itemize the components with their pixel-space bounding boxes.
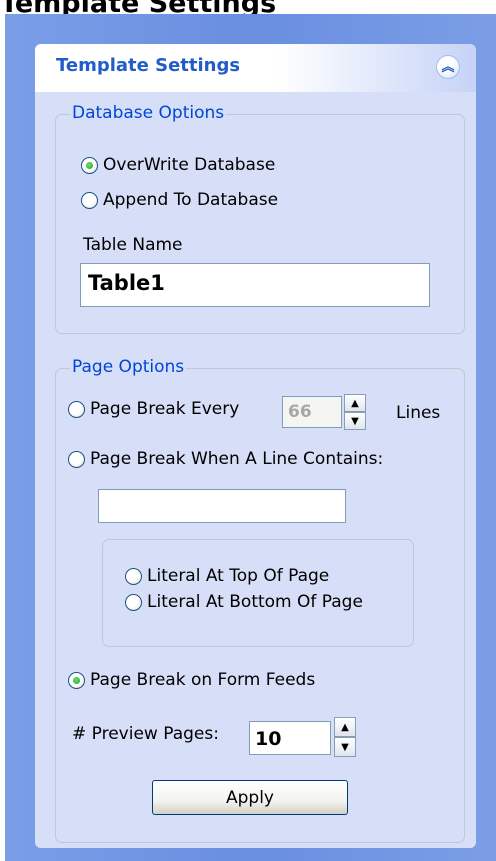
double-chevron-up-icon: ︽	[441, 59, 455, 75]
literal-bottom-radio[interactable]: Literal At Bottom Of Page	[125, 592, 363, 612]
page-break-every-radio[interactable]: Page Break Every	[68, 399, 239, 419]
radio-unselected-icon	[125, 567, 142, 585]
lines-spin-up-button[interactable]: ▲	[344, 394, 366, 412]
literal-bottom-label: Literal At Bottom Of Page	[147, 592, 363, 612]
literal-top-label: Literal At Top Of Page	[147, 566, 330, 586]
panel-title: Template Settings	[56, 55, 241, 76]
arrow-up-icon: ▲	[351, 397, 359, 409]
literal-position-group: Literal At Top Of Page Literal At Bottom…	[102, 539, 414, 647]
collapse-button[interactable]: ︽	[436, 55, 460, 79]
overwrite-database-radio[interactable]: OverWrite Database	[81, 155, 275, 175]
append-database-label: Append To Database	[103, 190, 279, 210]
preview-spin-down-button[interactable]: ▼	[334, 737, 356, 757]
template-settings-panel: Template Settings ︽ Database Options Ove…	[35, 44, 476, 848]
arrow-up-icon: ▲	[341, 721, 349, 733]
page-break-every-label: Page Break Every	[90, 399, 240, 419]
lines-spin-down-button[interactable]: ▼	[344, 412, 366, 430]
radio-selected-icon	[81, 156, 98, 174]
radio-selected-icon	[68, 671, 85, 689]
page-options-legend: Page Options	[70, 357, 187, 377]
panel-body: Database Options OverWrite Database Appe…	[35, 92, 476, 848]
database-options-group: Database Options OverWrite Database Appe…	[55, 103, 465, 334]
lines-label: Lines	[396, 403, 441, 423]
arrow-down-icon: ▼	[341, 741, 349, 753]
database-options-legend: Database Options	[70, 103, 227, 123]
page-break-form-feeds-radio[interactable]: Page Break on Form Feeds	[68, 670, 315, 690]
table-name-label: Table Name	[83, 235, 183, 255]
preview-spin-up-button[interactable]: ▲	[334, 717, 356, 737]
arrow-down-icon: ▼	[351, 415, 359, 427]
preview-pages-input[interactable]: 10	[249, 721, 331, 755]
line-contains-input[interactable]	[98, 489, 346, 523]
page-options-group: Page Options Page Break Every 66 ▲ ▼ Lin…	[55, 357, 465, 843]
task-pane: Template Settings ︽ Database Options Ove…	[5, 14, 496, 861]
table-name-input[interactable]: Table1	[80, 263, 430, 307]
radio-unselected-icon	[81, 191, 98, 209]
radio-unselected-icon	[68, 450, 85, 468]
page-break-lines-input[interactable]: 66	[282, 396, 342, 428]
apply-button[interactable]: Apply	[152, 780, 348, 815]
panel-header[interactable]: Template Settings ︽	[35, 44, 476, 92]
page-break-form-feeds-label: Page Break on Form Feeds	[90, 670, 316, 690]
overwrite-database-label: OverWrite Database	[103, 155, 276, 175]
preview-pages-label: # Preview Pages:	[72, 724, 219, 744]
page-break-when-contains-label: Page Break When A Line Contains:	[90, 449, 384, 469]
radio-unselected-icon	[68, 400, 85, 418]
radio-unselected-icon	[125, 593, 142, 611]
append-database-radio[interactable]: Append To Database	[81, 190, 278, 210]
page-break-when-contains-radio[interactable]: Page Break When A Line Contains:	[68, 449, 383, 469]
literal-top-radio[interactable]: Literal At Top Of Page	[125, 566, 329, 586]
